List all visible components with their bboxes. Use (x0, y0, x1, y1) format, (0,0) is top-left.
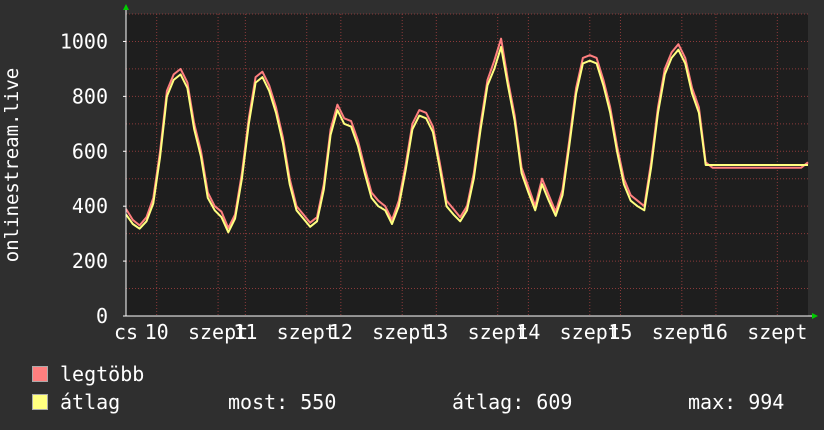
stat-atlag: átlag: 609 (452, 390, 573, 414)
legend-swatch-atlag (32, 394, 48, 410)
y-tick-label: 800 (72, 84, 108, 108)
chart: 02004006008001000 cs 10 szept11 szept12 szep… (1, 4, 818, 344)
x-tick-label: 13 (424, 320, 448, 344)
y-tick-labels: 0 200 400 600 800 1000 (60, 29, 108, 328)
x-tick-label: 12 (329, 320, 353, 344)
x-tick-label: 15 (608, 320, 632, 344)
x-tick-labels: cs 10 szept11 szept12 szept13 szept14 szept15 s… (114, 320, 807, 344)
y-axis-arrow (123, 4, 129, 10)
y-tick-label: 400 (72, 194, 108, 218)
x-tick-label: 16 (704, 320, 728, 344)
y-tick-label: 1000 (60, 29, 108, 53)
legend-item-atlag: átlag (32, 390, 120, 414)
legend-label-atlag: átlag (60, 390, 121, 414)
x-tick-label: szept (747, 320, 807, 344)
x-axis-arrow (812, 313, 818, 319)
x-tick-label: 14 (516, 320, 540, 344)
x-tick-label: cs (114, 320, 138, 344)
x-tick-label: 11 (233, 320, 257, 344)
y-tick-label: 200 (72, 249, 108, 273)
legend-swatch-legtobb (32, 366, 48, 382)
stat-most: most: 550 (228, 390, 337, 414)
stat-max: max: 994 (688, 390, 785, 414)
y-axis-label: onlinestream.live (1, 68, 23, 262)
y-tick-label: 0 (96, 304, 108, 328)
legend-item-legtobb: legtöbb (32, 362, 144, 386)
x-tick-label: 10 (145, 320, 169, 344)
y-tick-label: 600 (72, 139, 108, 163)
legend-label-legtobb: legtöbb (60, 362, 145, 386)
